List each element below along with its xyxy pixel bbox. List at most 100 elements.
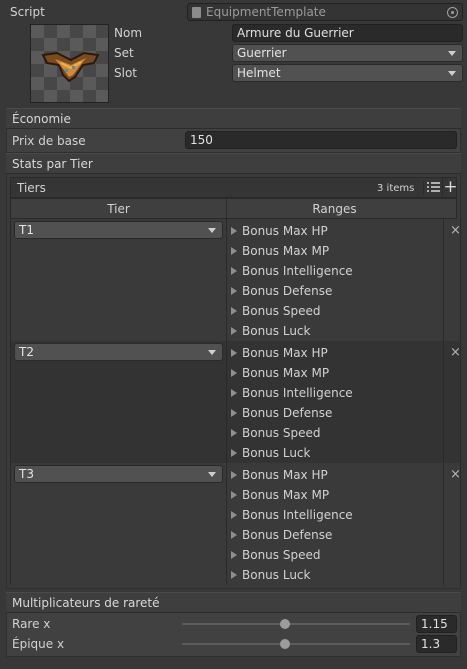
- range-label: Bonus Luck: [242, 446, 311, 460]
- foldout-arrow-icon: [231, 369, 237, 377]
- tiers-list-title: Tiers: [17, 181, 46, 195]
- rarete-section: Rare x 1.15 Épique x 1.3: [6, 613, 461, 657]
- foldout-arrow-icon: [231, 449, 237, 457]
- col-ranges: Ranges: [312, 202, 357, 216]
- dropdown-caret-icon: [448, 51, 456, 56]
- armor-sprite-icon: [41, 51, 100, 83]
- add-icon[interactable]: +: [442, 178, 458, 197]
- rare-slider-thumb[interactable]: [279, 619, 290, 629]
- nom-field[interactable]: Armure du Guerrier: [232, 24, 463, 42]
- range-foldout[interactable]: Bonus Speed: [231, 303, 320, 319]
- tier-value: T1: [19, 223, 34, 237]
- range-label: Bonus Intelligence: [242, 508, 353, 522]
- range-foldout[interactable]: Bonus Intelligence: [231, 263, 353, 279]
- epique-slider-thumb[interactable]: [279, 639, 290, 649]
- tier-row: T1 Bonus Max HP Bonus Max MP Bonus Intellig…: [10, 219, 461, 341]
- stats-header: Stats par Tier: [6, 153, 461, 174]
- rare-label: Rare x: [12, 617, 51, 631]
- range-label: Bonus Max HP: [242, 346, 328, 360]
- range-foldout[interactable]: Bonus Defense: [231, 283, 332, 299]
- range-foldout[interactable]: Bonus Defense: [231, 527, 332, 543]
- script-value: EquipmentTemplate: [206, 5, 326, 19]
- range-foldout[interactable]: Bonus Intelligence: [231, 385, 353, 401]
- range-label: Bonus Speed: [242, 304, 321, 318]
- foldout-arrow-icon: [231, 531, 237, 539]
- prix-field[interactable]: 150: [185, 131, 457, 149]
- script-file-icon: [192, 7, 201, 18]
- set-dropdown[interactable]: Guerrier: [232, 44, 463, 62]
- foldout-arrow-icon: [231, 571, 237, 579]
- range-foldout[interactable]: Bonus Defense: [231, 405, 332, 421]
- tier-value: T3: [19, 467, 34, 481]
- range-label: Bonus Speed: [242, 426, 321, 440]
- tier-dropdown[interactable]: T3: [14, 465, 223, 483]
- foldout-arrow-icon: [231, 409, 237, 417]
- epique-slider-track[interactable]: [182, 643, 410, 645]
- range-foldout[interactable]: Bonus Luck: [231, 323, 310, 339]
- foldout-arrow-icon: [231, 307, 237, 315]
- foldout-arrow-icon: [231, 247, 237, 255]
- foldout-arrow-icon: [231, 511, 237, 519]
- dropdown-caret-icon: [208, 350, 216, 355]
- range-foldout[interactable]: Bonus Speed: [231, 425, 320, 441]
- range-foldout[interactable]: Bonus Speed: [231, 547, 320, 563]
- slot-dropdown[interactable]: Helmet: [232, 64, 463, 82]
- range-label: Bonus Luck: [242, 324, 311, 338]
- tier-value: T2: [19, 345, 34, 359]
- foldout-arrow-icon: [231, 429, 237, 437]
- range-label: Bonus Defense: [242, 406, 333, 420]
- range-foldout[interactable]: Bonus Luck: [231, 567, 310, 583]
- range-label: Bonus Defense: [242, 284, 333, 298]
- list-view-icon[interactable]: [423, 181, 440, 195]
- remove-icon[interactable]: ×: [450, 224, 461, 238]
- nom-label: Nom: [114, 26, 143, 40]
- range-foldout[interactable]: Bonus Max HP: [231, 345, 328, 361]
- tier-dropdown[interactable]: T2: [14, 343, 223, 361]
- foldout-arrow-icon: [231, 471, 237, 479]
- foldout-arrow-icon: [231, 389, 237, 397]
- range-foldout[interactable]: Bonus Intelligence: [231, 507, 353, 523]
- range-label: Bonus Intelligence: [242, 386, 353, 400]
- range-label: Bonus Max HP: [242, 468, 328, 482]
- remove-icon[interactable]: ×: [450, 346, 461, 360]
- range-foldout[interactable]: Bonus Max MP: [231, 487, 329, 503]
- rare-slider-track[interactable]: [182, 623, 410, 625]
- tier-dropdown[interactable]: T1: [14, 221, 223, 239]
- set-value: Guerrier: [237, 46, 287, 60]
- tiers-count: 3 items: [377, 183, 415, 194]
- epique-label: Épique x: [12, 637, 65, 651]
- dropdown-caret-icon: [208, 472, 216, 477]
- script-field[interactable]: EquipmentTemplate: [187, 3, 463, 21]
- range-foldout[interactable]: Bonus Luck: [231, 445, 310, 461]
- rare-value-field[interactable]: 1.15: [416, 615, 457, 633]
- range-label: Bonus Intelligence: [242, 264, 353, 278]
- script-label: Script: [10, 5, 45, 19]
- range-foldout[interactable]: Bonus Max MP: [231, 365, 329, 381]
- economie-section: Prix de base 150: [6, 129, 461, 153]
- tier-row: T3 Bonus Max HP Bonus Max MP Bonus Intellig…: [10, 463, 461, 585]
- range-foldout[interactable]: Bonus Max HP: [231, 467, 328, 483]
- prix-label: Prix de base: [12, 134, 86, 148]
- foldout-arrow-icon: [231, 349, 237, 357]
- foldout-arrow-icon: [231, 327, 237, 335]
- range-label: Bonus Defense: [242, 528, 333, 542]
- dropdown-caret-icon: [208, 228, 216, 233]
- range-label: Bonus Max MP: [242, 244, 330, 258]
- object-picker-icon[interactable]: [447, 7, 458, 18]
- range-label: Bonus Max MP: [242, 488, 330, 502]
- sprite-preview[interactable]: [30, 24, 109, 103]
- range-foldout[interactable]: Bonus Max MP: [231, 243, 329, 259]
- tier-row: T2 Bonus Max HP Bonus Max MP Bonus Intellig…: [10, 341, 461, 463]
- slot-value: Helmet: [237, 66, 281, 80]
- foldout-arrow-icon: [231, 227, 237, 235]
- set-label: Set: [114, 46, 134, 60]
- economie-header: Économie: [6, 108, 461, 129]
- range-label: Bonus Max MP: [242, 366, 330, 380]
- range-label: Bonus Max HP: [242, 224, 328, 238]
- foldout-arrow-icon: [231, 287, 237, 295]
- remove-icon[interactable]: ×: [450, 468, 461, 482]
- range-foldout[interactable]: Bonus Max HP: [231, 223, 328, 239]
- foldout-arrow-icon: [231, 491, 237, 499]
- epique-value-field[interactable]: 1.3: [416, 635, 457, 653]
- tier-rows: T1 Bonus Max HP Bonus Max MP Bonus Intellig…: [10, 219, 461, 585]
